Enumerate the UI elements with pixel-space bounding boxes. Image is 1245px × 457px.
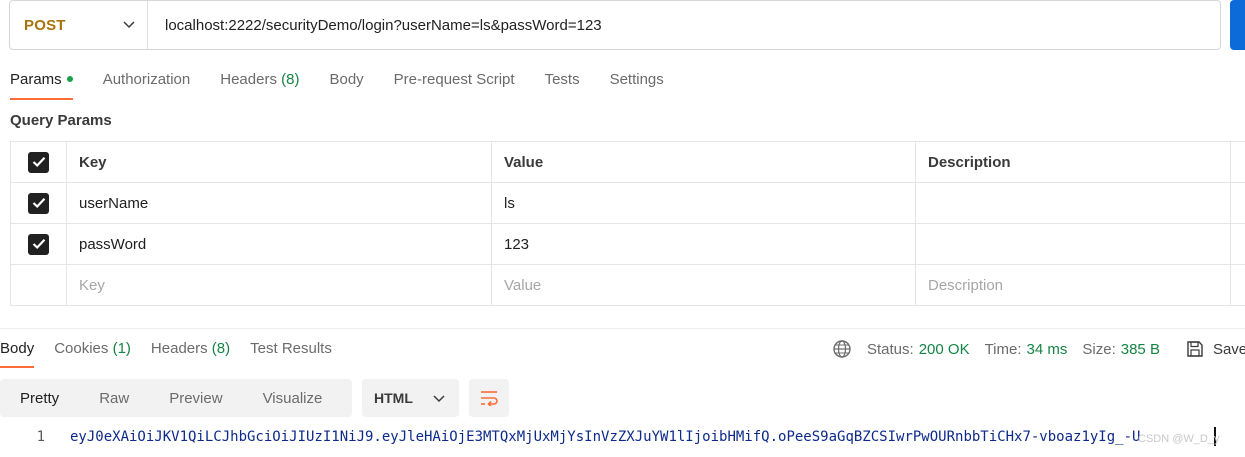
response-tab-test-results[interactable]: Test Results: [250, 334, 332, 366]
value-header: Value: [492, 142, 916, 182]
select-all-checkbox[interactable]: [28, 151, 49, 173]
new-param-row: Key Value Description: [11, 265, 1245, 306]
table-row: userName ls: [11, 183, 1245, 224]
response-tab-test-results-label: Test Results: [250, 340, 332, 357]
format-select[interactable]: HTML: [362, 379, 459, 417]
wrap-lines-icon: [481, 391, 498, 406]
globe-icon[interactable]: [832, 339, 852, 359]
params-table: Key Value Description userName ls passWo…: [10, 141, 1245, 306]
line-number: 1: [36, 429, 45, 445]
response-tab-cookies-label: Cookies: [54, 340, 109, 357]
wrap-lines-button[interactable]: [469, 379, 509, 417]
param-value[interactable]: ls: [492, 183, 916, 223]
response-tab-body-label: Body: [0, 340, 35, 357]
view-preview[interactable]: Preview: [149, 379, 242, 417]
chevron-down-icon: [433, 390, 445, 406]
params-active-dot: [66, 76, 73, 83]
save-response-button[interactable]: Save: [1185, 339, 1245, 359]
headers-count: (8): [281, 71, 300, 88]
row-checkbox[interactable]: [28, 233, 49, 255]
time-value[interactable]: 34 ms: [1027, 341, 1068, 358]
row-check-cell: [11, 224, 67, 264]
param-description[interactable]: [916, 224, 1231, 264]
watermark: CSDN @W_D_y: [1138, 433, 1220, 445]
view-mode-switcher: Pretty Raw Preview Visualize: [0, 379, 352, 417]
tab-pre-request-script[interactable]: Pre-request Script: [394, 64, 515, 100]
url-bar: POST localhost:2222/securityDemo/login?u…: [9, 0, 1221, 50]
param-description[interactable]: [916, 183, 1231, 223]
param-value[interactable]: 123: [492, 224, 916, 264]
tab-params-label: Params: [10, 71, 62, 88]
param-key[interactable]: passWord: [67, 224, 492, 264]
row-extra-cell: [1231, 224, 1245, 264]
select-all-cell: [11, 142, 67, 182]
description-header: Description: [916, 142, 1231, 182]
row-check-cell: [11, 183, 67, 223]
response-tab-body[interactable]: Body: [0, 334, 35, 368]
checkmark-icon: [32, 157, 45, 168]
tab-tests-label: Tests: [544, 71, 580, 88]
response-body-text[interactable]: eyJ0eXAiOiJKV1QiLCJhbGciOiJIUzI1NiJ9.eyJ…: [70, 429, 1220, 445]
tab-tests[interactable]: Tests: [545, 64, 580, 100]
response-tab-cookies[interactable]: Cookies (1): [54, 334, 131, 366]
tab-settings-label: Settings: [609, 71, 664, 88]
query-params-title: Query Params: [10, 112, 112, 129]
row-extra-cell: [1231, 183, 1245, 223]
request-tabs: Params Authorization Headers (8) Body Pr…: [10, 64, 694, 100]
response-tab-headers[interactable]: Headers (8): [151, 334, 230, 366]
tab-authorization-label: Authorization: [102, 71, 191, 88]
view-raw[interactable]: Raw: [79, 379, 149, 417]
send-button[interactable]: [1230, 0, 1245, 50]
response-tab-headers-label: Headers: [150, 340, 208, 357]
method-label: POST: [24, 16, 66, 34]
save-icon: [1187, 341, 1203, 357]
view-pretty[interactable]: Pretty: [0, 379, 79, 417]
checkmark-icon: [32, 239, 45, 250]
size-label: Size:: [1082, 340, 1116, 358]
view-visualize[interactable]: Visualize: [243, 379, 343, 417]
time-label: Time:: [984, 340, 1022, 358]
new-key-input[interactable]: Key: [67, 265, 492, 305]
tab-pre-request-script-label: Pre-request Script: [393, 71, 515, 88]
section-divider: [0, 328, 1245, 329]
tab-authorization[interactable]: Authorization: [103, 64, 191, 100]
size-value[interactable]: 385 B: [1121, 341, 1160, 358]
tab-body-label: Body: [329, 71, 364, 88]
response-headers-count: (8): [211, 340, 231, 357]
url-input[interactable]: localhost:2222/securityDemo/login?userNa…: [148, 17, 602, 34]
key-header: Key: [67, 142, 492, 182]
cookies-count: (1): [112, 340, 131, 357]
row-extra-cell: [1231, 265, 1245, 305]
table-row: passWord 123: [11, 224, 1245, 265]
save-label: Save: [1212, 340, 1245, 358]
empty-check-cell: [11, 265, 67, 305]
status-value[interactable]: 200 OK: [919, 341, 970, 358]
row-checkbox[interactable]: [28, 192, 49, 214]
response-status-bar: Status: 200 OK Time: 34 ms Size: 385 B S…: [832, 334, 1245, 364]
header-extra-cell: [1231, 142, 1245, 182]
method-select[interactable]: POST: [10, 1, 148, 49]
tab-headers[interactable]: Headers (8): [220, 64, 299, 100]
code-line: 1 eyJ0eXAiOiJKV1QiLCJhbGciOiJIUzI1NiJ9.e…: [0, 426, 1245, 448]
checkmark-icon: [32, 198, 45, 209]
new-value-input[interactable]: Value: [492, 265, 916, 305]
format-label: HTML: [374, 390, 413, 406]
table-header-row: Key Value Description: [11, 142, 1245, 183]
tab-settings[interactable]: Settings: [610, 64, 664, 100]
tab-body[interactable]: Body: [329, 64, 363, 100]
param-key[interactable]: userName: [67, 183, 492, 223]
tab-headers-label: Headers: [220, 71, 277, 88]
response-tabs: Body Cookies (1) Headers (8) Test Result…: [0, 334, 352, 368]
status-label: Status:: [867, 340, 914, 358]
new-description-input[interactable]: Description: [916, 265, 1231, 305]
chevron-down-icon: [123, 19, 135, 31]
tab-params[interactable]: Params: [10, 64, 73, 100]
